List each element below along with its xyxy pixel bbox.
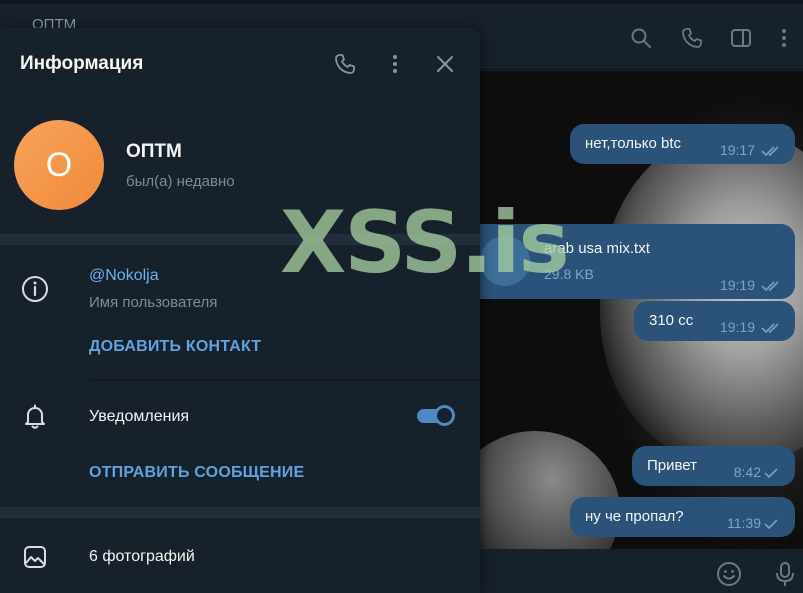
row-divider bbox=[89, 380, 480, 381]
single-check-icon bbox=[761, 518, 783, 530]
close-icon[interactable] bbox=[433, 52, 457, 76]
more-vertical-icon[interactable] bbox=[772, 26, 796, 50]
message-text: нет,только btc bbox=[585, 135, 682, 152]
message-time: 19:17 bbox=[719, 142, 755, 158]
message-text: Привет bbox=[647, 457, 698, 474]
info-icon bbox=[20, 274, 50, 304]
message-time: 8:42 bbox=[733, 464, 761, 480]
message-time: 19:19 bbox=[719, 319, 755, 335]
notifications-label: Уведомления bbox=[89, 408, 190, 425]
contact-name: ОПТМ bbox=[126, 141, 182, 162]
watermark-text: XSS.is bbox=[280, 193, 570, 293]
bell-icon bbox=[20, 402, 50, 432]
avatar[interactable]: О bbox=[14, 120, 104, 210]
toggle-knob bbox=[434, 405, 455, 426]
message-text: ну че пропал? bbox=[585, 508, 684, 525]
message-input-bar[interactable] bbox=[480, 549, 803, 593]
message-bubble[interactable]: нет,только btc 19:17 bbox=[570, 124, 795, 164]
phone-icon[interactable] bbox=[680, 26, 704, 50]
shared-photos-item[interactable]: 6 фотографий bbox=[89, 548, 195, 566]
single-check-icon bbox=[761, 467, 783, 479]
message-time: 11:39 bbox=[727, 515, 761, 531]
section-divider bbox=[0, 507, 480, 518]
photo-icon bbox=[20, 542, 50, 572]
notifications-toggle[interactable] bbox=[417, 404, 455, 428]
phone-icon[interactable] bbox=[333, 52, 357, 76]
double-check-icon bbox=[761, 145, 783, 157]
user-info-panel: Информация О ОПТМ был(а) недавно @Nokolj… bbox=[0, 28, 480, 593]
chat-wallpaper: нет,только btc 19:17 arab usa mix.txt 29… bbox=[480, 71, 803, 549]
microphone-icon[interactable] bbox=[772, 561, 798, 587]
sidebar-toggle-icon[interactable] bbox=[729, 26, 753, 50]
send-message-button[interactable]: ОТПРАВИТЬ СООБЩЕНИЕ bbox=[89, 464, 304, 482]
username-link[interactable]: @Nokolja bbox=[89, 267, 159, 285]
double-check-icon bbox=[761, 280, 783, 292]
message-bubble[interactable]: ну че пропал? 11:39 bbox=[570, 497, 795, 537]
username-label: Имя пользователя bbox=[89, 294, 218, 311]
message-bubble[interactable]: Привет 8:42 bbox=[632, 446, 795, 486]
more-vertical-icon[interactable] bbox=[383, 52, 407, 76]
message-text: 310 cc bbox=[649, 312, 694, 329]
message-bubble[interactable]: 310 cc 19:19 bbox=[634, 301, 795, 341]
message-time: 19:19 bbox=[719, 277, 755, 293]
emoji-icon[interactable] bbox=[716, 561, 742, 587]
search-icon[interactable] bbox=[629, 26, 653, 50]
add-contact-button[interactable]: ДОБАВИТЬ КОНТАКТ bbox=[89, 338, 261, 356]
double-check-icon bbox=[761, 322, 783, 334]
contact-status: был(а) недавно bbox=[126, 173, 235, 190]
panel-title: Информация bbox=[20, 53, 144, 74]
